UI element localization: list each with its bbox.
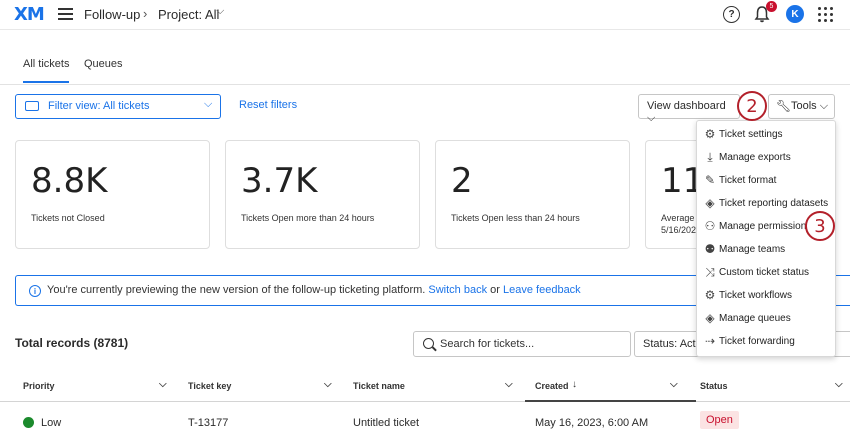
view-dashboard-button[interactable]: View dashboard ⌵ xyxy=(638,94,740,124)
menu-item-label: Ticket settings xyxy=(719,129,783,140)
menu-item-label: Ticket reporting datasets xyxy=(719,198,829,209)
menu-item-ticket-workflows[interactable]: ⚙ Ticket workflows xyxy=(697,284,837,307)
column-header-created[interactable]: Created xyxy=(535,381,569,391)
tab-all-tickets[interactable]: All tickets xyxy=(23,58,70,83)
wrench-icon: 🔧︎ xyxy=(776,99,792,113)
tab-bar: All tickets Queues xyxy=(0,45,850,85)
chevron-down-icon: ⌵ xyxy=(204,98,213,110)
menu-item-custom-ticket-status[interactable]: ⤨ Custom ticket status xyxy=(697,261,837,284)
metric-value: 3.7K xyxy=(241,161,318,201)
priority-low-dot xyxy=(23,417,34,428)
filter-view-icon xyxy=(25,101,39,111)
chevron-down-icon[interactable]: ⌵ xyxy=(835,379,843,390)
avatar[interactable]: K xyxy=(786,5,804,23)
banner-text-row: You're currently previewing the new vers… xyxy=(47,284,581,296)
tab-queues[interactable]: Queues xyxy=(84,58,123,70)
chevron-down-icon[interactable]: ⌵ xyxy=(159,379,167,390)
chevron-down-icon[interactable]: ⌵ xyxy=(505,379,513,390)
column-header-status[interactable]: Status xyxy=(700,381,728,391)
pencil-icon: ✎ xyxy=(704,173,716,187)
metric-value: 8.8K xyxy=(31,161,108,201)
filter-view-label: Filter view: All tickets xyxy=(48,100,150,112)
chevron-down-icon[interactable]: ⌵ xyxy=(216,5,224,18)
cell-ticket-key: T-13177 xyxy=(188,417,229,429)
step-callout-3: 3 xyxy=(805,211,835,241)
switch-back-link[interactable]: Switch back xyxy=(428,284,487,296)
total-records: Total records (8781) xyxy=(15,336,129,350)
breadcrumb-follow-up[interactable]: Follow-up xyxy=(84,7,140,22)
help-icon[interactable]: ? xyxy=(723,6,740,23)
step-callout-2: 2 xyxy=(737,91,767,121)
leave-feedback-link[interactable]: Leave feedback xyxy=(503,284,581,296)
menu-item-label: Manage exports xyxy=(719,152,791,163)
metric-card[interactable]: 2 Tickets Open less than 24 hours xyxy=(435,140,630,249)
table-row[interactable]: Low T-13177 Untitled ticket May 16, 2023… xyxy=(0,402,850,443)
menu-item-label: Custom ticket status xyxy=(719,267,810,278)
chevron-down-icon: ⌵ xyxy=(647,112,656,124)
tags-icon: ◈ xyxy=(705,196,715,210)
banner-message: You're currently previewing the new vers… xyxy=(47,284,426,296)
people-icon: ⚇ xyxy=(704,219,716,233)
menu-item-ticket-forwarding[interactable]: ⇢ Ticket forwarding xyxy=(697,330,837,353)
shuffle-icon: ⤨ xyxy=(705,265,715,279)
cell-priority: Low xyxy=(41,417,62,429)
metric-value: 2 xyxy=(451,161,473,201)
column-header-priority[interactable]: Priority xyxy=(23,381,55,391)
forward-user-icon: ⇢ xyxy=(704,334,716,348)
menu-item-ticket-format[interactable]: ✎ Ticket format xyxy=(697,169,837,192)
gear-icon: ⚙ xyxy=(704,127,716,141)
sort-arrow-down-icon[interactable]: ↓ xyxy=(572,379,577,390)
download-icon: ⤓ xyxy=(707,150,713,164)
search-input[interactable]: Search for tickets... xyxy=(413,331,631,357)
metric-label: Tickets not Closed xyxy=(31,213,105,223)
menu-item-label: Manage permissions xyxy=(719,221,812,232)
metric-label: Tickets Open less than 24 hours xyxy=(451,213,580,223)
menu-item-ticket-settings[interactable]: ⚙ Ticket settings xyxy=(697,123,837,146)
menu-item-label: Ticket forwarding xyxy=(719,336,795,347)
info-icon: i xyxy=(29,285,41,297)
filter-view-dropdown[interactable]: Filter view: All tickets ⌵ xyxy=(15,94,221,119)
menu-item-label: Ticket format xyxy=(719,175,777,186)
xm-logo[interactable]: XM xyxy=(14,4,45,25)
menu-item-manage-queues[interactable]: ◈ Manage queues xyxy=(697,307,837,330)
metric-card[interactable]: 8.8K Tickets not Closed xyxy=(15,140,210,249)
chevron-down-icon: ⌵ xyxy=(819,100,829,112)
project-selector[interactable]: Project: All xyxy=(158,7,219,22)
menu-item-manage-exports[interactable]: ⤓ Manage exports xyxy=(697,146,837,169)
gears-icon: ⚙ xyxy=(704,288,716,302)
table-header: Priority ⌵ Ticket key ⌵ Ticket name ⌵ Cr… xyxy=(0,370,850,402)
tools-button[interactable]: 🔧︎ Tools ⌵ xyxy=(768,94,835,119)
search-placeholder: Search for tickets... xyxy=(440,338,535,350)
column-header-ticket-name[interactable]: Ticket name xyxy=(353,381,405,391)
metric-card[interactable]: 3.7K Tickets Open more than 24 hours xyxy=(225,140,420,249)
reset-filters-link[interactable]: Reset filters xyxy=(239,99,297,111)
menu-item-label: Manage teams xyxy=(719,244,786,255)
menu-item-label: Manage queues xyxy=(719,313,791,324)
tags-icon: ◈ xyxy=(705,311,715,325)
team-icon: ⚉ xyxy=(704,242,716,256)
view-dashboard-label: View dashboard xyxy=(647,100,726,112)
cell-ticket-name: Untitled ticket xyxy=(353,417,420,429)
notification-badge: 5 xyxy=(766,1,777,12)
apps-grid-icon[interactable] xyxy=(818,7,833,22)
cell-created: May 16, 2023, 6:00 AM xyxy=(535,417,649,429)
menu-item-manage-teams[interactable]: ⚉ Manage teams xyxy=(697,238,837,261)
chevron-down-icon[interactable]: ⌵ xyxy=(324,379,332,390)
breadcrumb-separator-icon: › xyxy=(143,6,148,21)
metric-label: Tickets Open more than 24 hours xyxy=(241,213,375,223)
status-badge: Open xyxy=(700,411,739,429)
tools-label: Tools xyxy=(791,100,817,112)
chevron-down-icon[interactable]: ⌵ xyxy=(670,379,678,390)
menu-item-label: Ticket workflows xyxy=(719,290,792,301)
hamburger-menu-icon[interactable] xyxy=(58,8,73,20)
top-bar: XM Follow-up › Project: All ⌵ ? 5 K xyxy=(0,0,850,30)
search-icon xyxy=(423,338,434,349)
banner-or: or xyxy=(490,284,500,296)
column-header-ticket-key[interactable]: Ticket key xyxy=(188,381,231,391)
